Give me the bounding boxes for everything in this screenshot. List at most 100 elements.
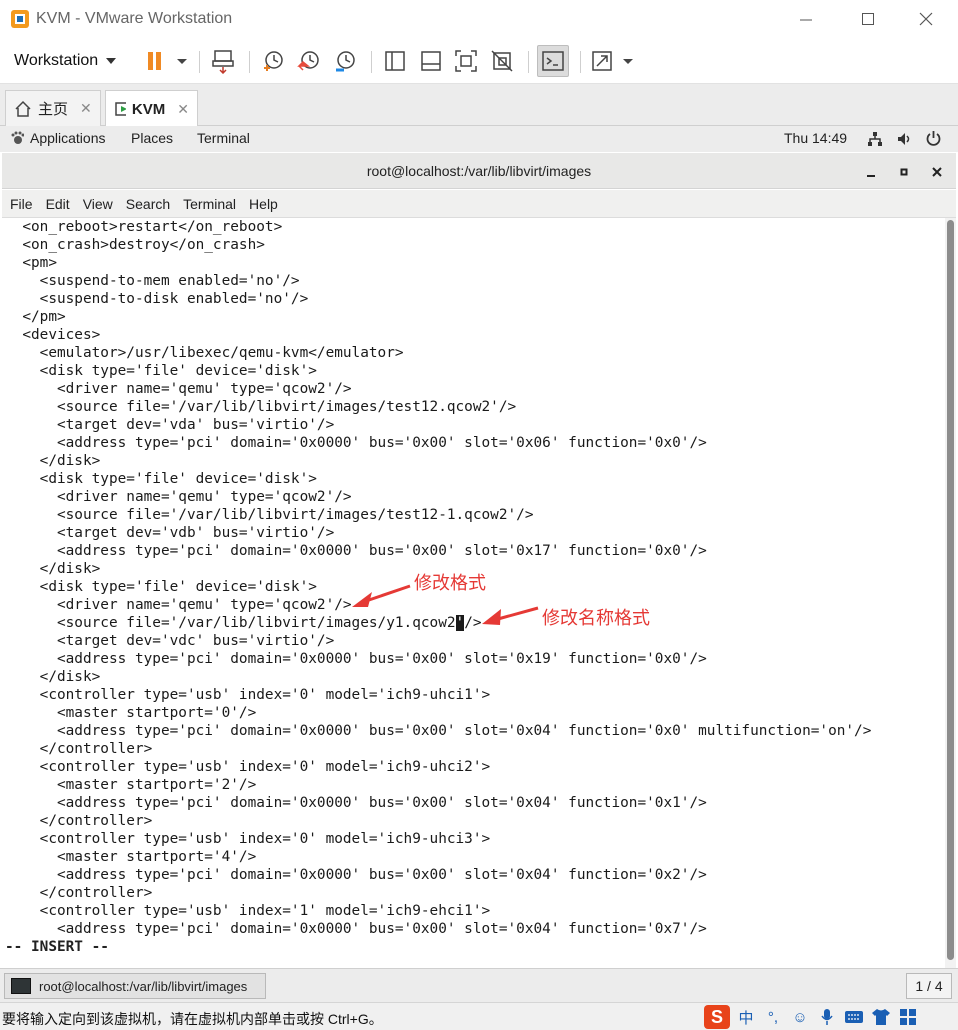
code-line: <address type='pci' domain='0x0000' bus=… bbox=[5, 723, 872, 739]
menu-edit[interactable]: Edit bbox=[46, 196, 70, 212]
terminal-close-button[interactable] bbox=[926, 161, 948, 183]
close-tab-icon[interactable]: ✕ bbox=[177, 101, 189, 118]
code-line: <devices> bbox=[5, 327, 101, 343]
code-line: </controller> bbox=[5, 741, 153, 757]
snapshot-icon bbox=[264, 51, 283, 71]
maximize-icon bbox=[900, 168, 908, 176]
tab-kvm[interactable]: KVM ✕ bbox=[105, 90, 198, 127]
keyboard-icon[interactable] bbox=[843, 1006, 865, 1028]
maximize-icon bbox=[862, 13, 874, 25]
microphone-icon[interactable] bbox=[816, 1006, 838, 1028]
skin-icon[interactable] bbox=[870, 1006, 892, 1028]
code-line: <address type='pci' domain='0x0000' bus=… bbox=[5, 867, 707, 883]
annotation-name-format-note: 修改名称格式 bbox=[542, 608, 650, 629]
code-line: </pm> bbox=[5, 309, 66, 325]
code-line: <controller type='usb' index='0' model='… bbox=[5, 687, 491, 703]
code-line: <controller type='usb' index='0' model='… bbox=[5, 831, 491, 847]
code-line: <master startport='2'/> bbox=[5, 777, 257, 793]
close-tab-icon[interactable]: ✕ bbox=[80, 100, 92, 117]
code-line: </disk> bbox=[5, 453, 101, 469]
send-keys-icon bbox=[212, 50, 234, 74]
places-menu[interactable]: Places bbox=[131, 130, 173, 146]
scrollbar-thumb[interactable] bbox=[947, 220, 954, 960]
sidebar-layout-icon bbox=[385, 51, 405, 71]
menu-search[interactable]: Search bbox=[126, 196, 170, 212]
terminal-menubar: File Edit View Search Terminal Help bbox=[2, 190, 956, 218]
terminal-title: root@localhost:/var/lib/libvirt/images bbox=[366, 163, 592, 179]
code-line: <address type='pci' domain='0x0000' bus=… bbox=[5, 795, 707, 811]
menu-view[interactable]: View bbox=[83, 196, 113, 212]
suspend-button[interactable] bbox=[142, 47, 190, 75]
full-screen-button[interactable] bbox=[451, 47, 481, 75]
volume-icon[interactable] bbox=[896, 131, 912, 147]
annotation-format-note: 修改格式 bbox=[414, 573, 486, 594]
toolbar-divider bbox=[580, 51, 581, 73]
code-line: <address type='pci' domain='0x0000' bus=… bbox=[5, 921, 707, 937]
bottom-panel-icon bbox=[421, 51, 441, 71]
workstation-menu-label: Workstation bbox=[14, 52, 99, 69]
terminal-maximize-button[interactable] bbox=[893, 161, 915, 183]
home-icon bbox=[15, 100, 31, 117]
vm-icon bbox=[115, 102, 126, 116]
terminal-scrollbar[interactable] bbox=[945, 218, 956, 968]
minimize-icon bbox=[800, 19, 812, 21]
terminal-minimize-button[interactable] bbox=[860, 161, 882, 183]
toolbox-icon[interactable] bbox=[897, 1006, 919, 1028]
snapshot-manager-button[interactable] bbox=[330, 47, 360, 75]
sogou-logo-icon[interactable]: S bbox=[704, 1005, 730, 1029]
menu-file[interactable]: File bbox=[10, 196, 33, 212]
ime-mode[interactable]: 中 bbox=[735, 1006, 757, 1028]
code-line: <on_reboot>restart</on_reboot> bbox=[5, 219, 283, 235]
send-ctrl-alt-del-button[interactable] bbox=[208, 47, 238, 75]
menu-help[interactable]: Help bbox=[249, 196, 278, 212]
close-icon bbox=[919, 12, 933, 26]
menu-terminal[interactable]: Terminal bbox=[183, 196, 236, 212]
take-snapshot-button[interactable] bbox=[258, 47, 288, 75]
punctuation-icon[interactable]: °, bbox=[762, 1006, 784, 1028]
tab-kvm-label: KVM bbox=[131, 100, 166, 118]
revert-snapshot-icon bbox=[297, 51, 319, 71]
maximize-button[interactable] bbox=[848, 6, 888, 32]
stretch-guest-button[interactable] bbox=[588, 47, 636, 75]
show-library-button[interactable] bbox=[380, 47, 410, 75]
code-line: <target dev='vdc' bus='virtio'/> bbox=[5, 633, 335, 649]
code-line: <master startport='4'/> bbox=[5, 849, 257, 865]
code-line: </disk> bbox=[5, 669, 101, 685]
vmware-statusbar: 要将输入定向到该虚拟机，请在虚拟机内部单击或按 Ctrl+G。 S 中 °, ☺ bbox=[0, 1002, 958, 1030]
terminal-titlebar: root@localhost:/var/lib/libvirt/images bbox=[2, 153, 956, 189]
code-line: <suspend-to-mem enabled='no'/> bbox=[5, 273, 300, 289]
console-icon bbox=[542, 51, 564, 71]
workstation-menu-button[interactable]: Workstation bbox=[6, 46, 124, 76]
code-line: <driver name='qemu' type='qcow2'/> bbox=[5, 489, 352, 505]
tab-home-label: 主页 bbox=[38, 101, 69, 118]
code-line: <disk type='file' device='disk'> bbox=[5, 471, 317, 487]
unity-button[interactable] bbox=[487, 47, 517, 75]
close-window-button[interactable] bbox=[906, 6, 946, 32]
network-icon[interactable] bbox=[867, 131, 883, 147]
workspace-indicator[interactable]: 1 / 4 bbox=[906, 973, 952, 999]
toolbar-divider bbox=[528, 51, 529, 73]
terminal-icon bbox=[11, 978, 31, 994]
minimize-button[interactable] bbox=[786, 6, 826, 32]
vmware-toolbar: Workstation bbox=[0, 38, 958, 84]
power-icon[interactable] bbox=[925, 130, 942, 147]
code-line: </controller> bbox=[5, 813, 153, 829]
vm-tab-bar: 主页 ✕ KVM ✕ bbox=[0, 84, 958, 127]
applications-label: Applications bbox=[30, 130, 106, 146]
window-title: KVM - VMware Workstation bbox=[36, 10, 233, 27]
code-line: <source file='/var/lib/libvirt/images/te… bbox=[5, 507, 534, 523]
taskbar-terminal-item[interactable]: root@localhost:/var/lib/libvirt/images bbox=[4, 973, 266, 999]
console-view-button[interactable] bbox=[537, 45, 569, 77]
vim-mode-indicator: -- INSERT -- bbox=[5, 939, 109, 955]
close-icon bbox=[932, 167, 942, 177]
emoji-icon[interactable]: ☺ bbox=[789, 1006, 811, 1028]
applications-menu[interactable]: Applications bbox=[10, 130, 106, 146]
code-line: <source file='/var/lib/libvirt/images/te… bbox=[5, 399, 517, 415]
snapshot-manager-icon bbox=[336, 51, 355, 72]
clock[interactable]: Thu 14:49 bbox=[784, 130, 847, 146]
revert-snapshot-button[interactable] bbox=[294, 47, 324, 75]
tab-home[interactable]: 主页 ✕ bbox=[5, 90, 101, 126]
show-thumbnail-bar-button[interactable] bbox=[416, 47, 446, 75]
ime-toolbar: S 中 °, ☺ bbox=[704, 1005, 924, 1029]
terminal-app-menu[interactable]: Terminal bbox=[197, 130, 250, 146]
